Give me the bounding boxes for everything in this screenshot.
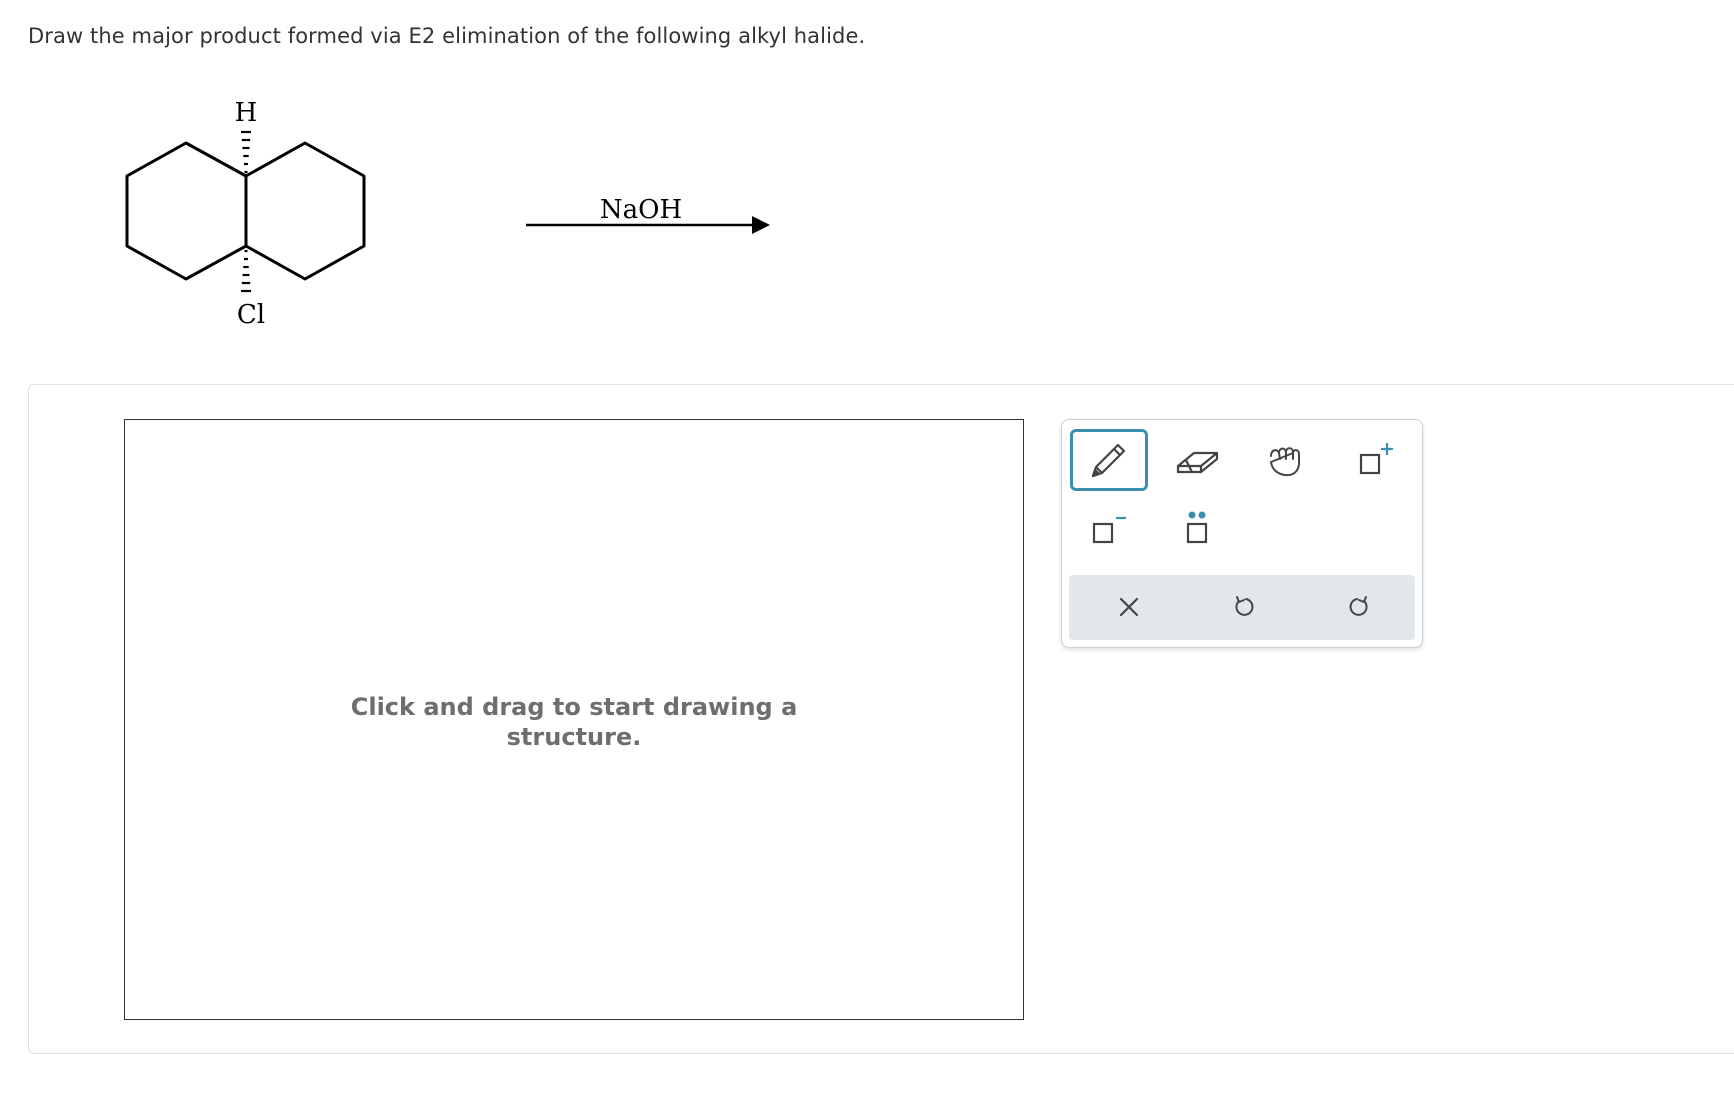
- add-positive-charge-tool-button[interactable]: [1334, 429, 1412, 491]
- move-tool-button[interactable]: [1246, 429, 1324, 491]
- chlorine-label: Cl: [237, 300, 265, 330]
- canvas-hint: Click and drag to start drawing a struct…: [125, 692, 1023, 752]
- canvas-hint-line-2: structure.: [506, 723, 642, 751]
- canvas-hint-line-1: Click and drag to start drawing a: [350, 693, 798, 721]
- question-text: Draw the major product formed via E2 eli…: [28, 24, 866, 48]
- add-lone-pair-tool-button[interactable]: [1158, 498, 1236, 560]
- right-ring-bonds: [245, 141, 366, 281]
- lone-pair-icon: [1186, 511, 1208, 544]
- negative-charge-icon: [1092, 516, 1126, 544]
- action-bar: [1069, 575, 1415, 640]
- hashed-wedge-cl: [241, 249, 251, 293]
- drawing-toolbar: [1061, 419, 1423, 648]
- hashed-wedge-h: [241, 130, 251, 174]
- undo-icon: [1235, 596, 1254, 616]
- close-icon: [1119, 597, 1139, 617]
- drawing-canvas[interactable]: Click and drag to start drawing a struct…: [124, 419, 1024, 1020]
- erase-tool-button[interactable]: [1158, 429, 1236, 491]
- redo-icon: [1349, 596, 1368, 616]
- reagent-label: NaOH: [600, 195, 682, 225]
- positive-charge-icon: [1359, 443, 1393, 475]
- eraser-icon: [1176, 451, 1219, 474]
- reaction-scheme: H Cl NaOH: [125, 98, 770, 330]
- add-negative-charge-tool-button[interactable]: [1070, 498, 1148, 560]
- hydrogen-label: H: [235, 98, 258, 128]
- clear-button[interactable]: [1099, 581, 1159, 633]
- redo-button[interactable]: [1329, 581, 1389, 633]
- hand-icon: [1270, 447, 1300, 477]
- reaction-arrow-head: [752, 216, 770, 234]
- pencil-icon: [1091, 443, 1126, 478]
- left-ring-bonds: [125, 141, 247, 281]
- draw-tool-button[interactable]: [1070, 429, 1148, 491]
- undo-button[interactable]: [1214, 581, 1274, 633]
